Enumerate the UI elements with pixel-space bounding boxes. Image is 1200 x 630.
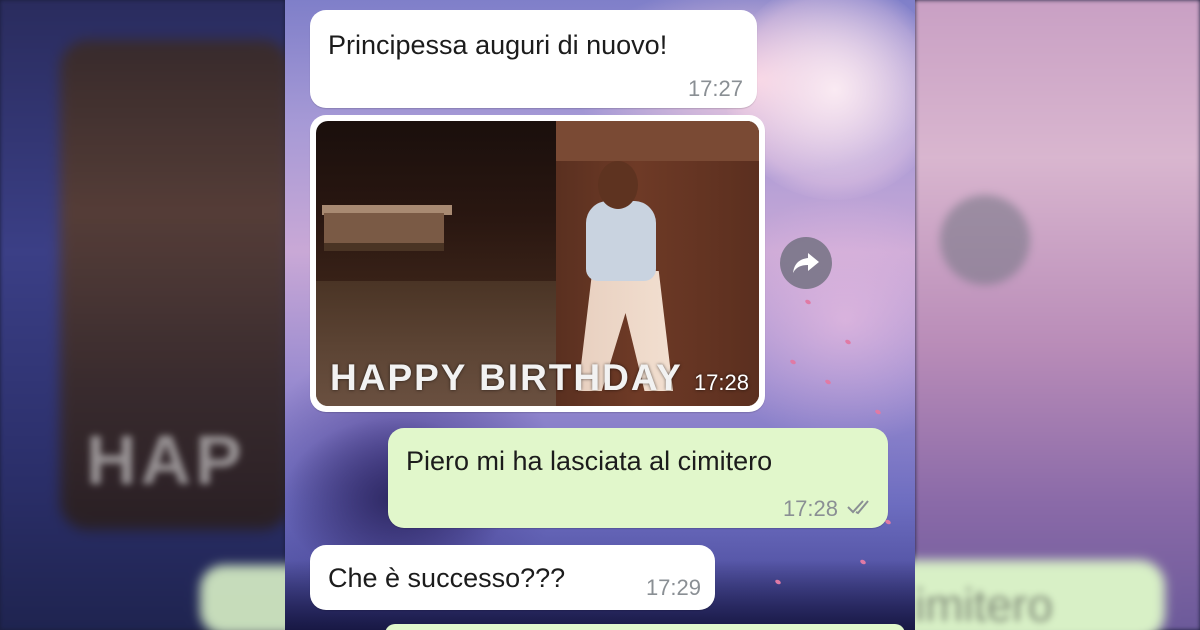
forward-button[interactable] <box>780 237 832 289</box>
outgoing-message-partial[interactable] <box>385 624 905 630</box>
wallpaper-petal <box>824 378 832 386</box>
gif-caption: HAPPY BIRTHDAY <box>330 357 683 398</box>
gif-house <box>324 213 444 251</box>
incoming-gif-message[interactable]: HAPPY BIRTHDAY 17:28 <box>310 115 765 412</box>
message-time: 17:27 <box>687 76 743 101</box>
message-time: 17:28 <box>693 370 749 395</box>
gif-man-head <box>598 161 638 209</box>
message-time: 17:28 <box>782 496 838 521</box>
message-text: Principessa auguri di nuovo! <box>328 30 668 60</box>
message-time: 17:29 <box>645 575 701 600</box>
wallpaper-petal <box>789 358 797 366</box>
double-check-icon <box>846 496 874 523</box>
outgoing-message[interactable]: Piero mi ha lasciata al cimitero 17:28 <box>388 428 888 528</box>
blurred-right-panel: imitero <box>835 0 1200 630</box>
wallpaper-petal <box>874 408 882 416</box>
wallpaper-petal <box>844 338 852 346</box>
blurred-caption-ghost: HAP <box>86 421 246 499</box>
chat-area[interactable]: Principessa auguri di nuovo! 17:27 HAPPY… <box>285 0 915 630</box>
blurred-text-ghost: imitero <box>915 579 1054 630</box>
message-text: Che è successo??? <box>328 563 566 593</box>
wallpaper-petal <box>804 298 812 306</box>
incoming-message[interactable]: Che è successo??? 17:29 <box>310 545 715 610</box>
blurred-forward-ghost <box>940 195 1030 285</box>
blurred-left-panel: HAP <box>0 0 320 630</box>
gif-wall-top <box>556 121 759 161</box>
gif-media[interactable]: HAPPY BIRTHDAY 17:28 <box>316 121 759 406</box>
gif-man-shirt <box>586 201 656 281</box>
message-text: Piero mi ha lasciata al cimitero <box>406 446 773 476</box>
incoming-message[interactable]: Principessa auguri di nuovo! 17:27 <box>310 10 757 108</box>
